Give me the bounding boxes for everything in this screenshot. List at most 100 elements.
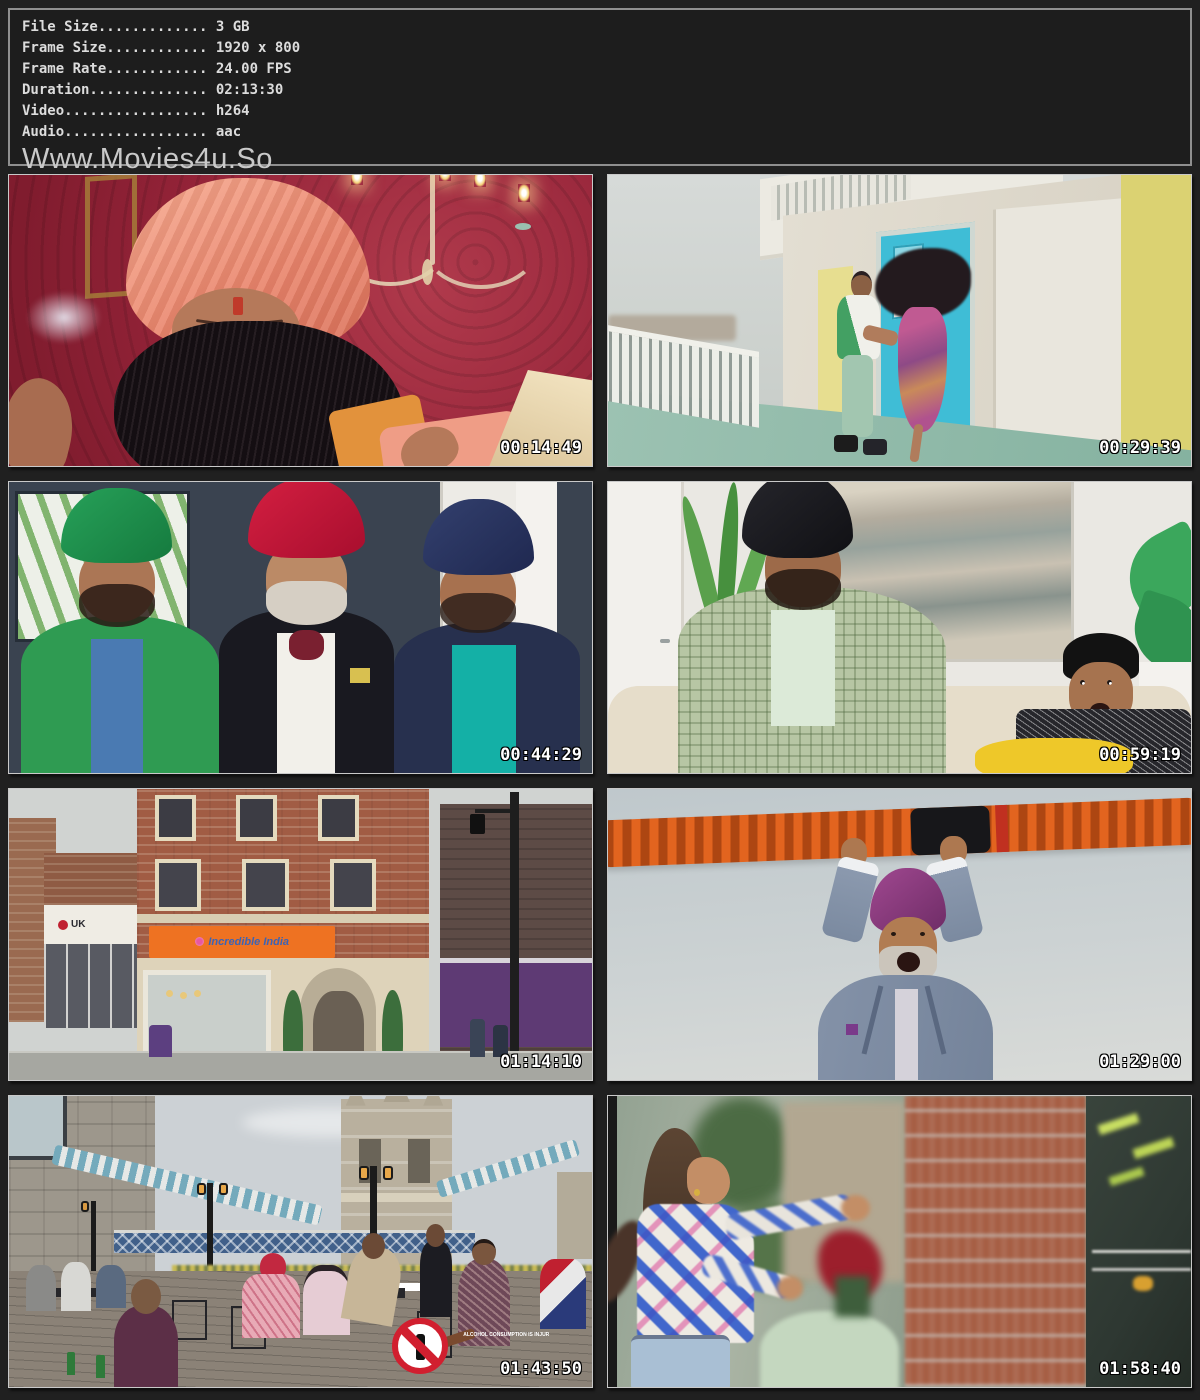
blurred-brick-pillar — [905, 1096, 1086, 1387]
timestamp-overlay: 01:58:40 — [1099, 1359, 1181, 1379]
beard — [765, 569, 841, 610]
seated-person — [26, 1265, 55, 1312]
stone-band — [137, 914, 429, 923]
window — [318, 795, 359, 842]
shop-logo-dot — [58, 920, 68, 930]
screenshot-preview-page: File Size............. 3 GB Frame Size..… — [0, 0, 1200, 1400]
white-beard — [266, 581, 348, 625]
cravat — [289, 630, 324, 659]
lamp-head — [470, 814, 485, 834]
timestamp-overlay: 01:14:10 — [500, 1052, 582, 1072]
shirt-strip — [895, 989, 918, 1081]
timestamp-overlay: 01:43:50 — [500, 1359, 582, 1379]
screenshot-thumb-2: 00:29:39 — [607, 174, 1192, 467]
candle-flame — [351, 174, 363, 185]
media-info-panel: File Size............. 3 GB Frame Size..… — [8, 8, 1192, 166]
screenshot-thumb-7: ALCOHOL CONSUMPTION IS INJURIOUS 01:43:5… — [8, 1095, 593, 1388]
yellow-wall-right — [1121, 174, 1192, 467]
lamp-post — [91, 1201, 97, 1277]
door-handle — [660, 639, 670, 643]
screenshot-thumb-4: 00:59:19 — [607, 481, 1192, 774]
site-watermark: Www.Movies4u.So — [22, 143, 1178, 175]
sign-text: Incredible India — [208, 935, 289, 949]
chandelier-arm — [420, 191, 542, 289]
incredible-india-sign: Incredible India — [149, 926, 336, 958]
candle-flame — [474, 174, 486, 187]
sneaker — [834, 435, 858, 452]
shop-sign-text: UK — [71, 919, 85, 931]
left-shop: UK — [44, 853, 149, 1028]
seated-person — [61, 1262, 90, 1311]
pedestrian — [470, 1019, 485, 1057]
man-purple-shirt — [114, 1306, 178, 1388]
file-size-line: File Size............. 3 GB — [22, 17, 1178, 38]
green-bottle — [67, 1352, 75, 1375]
frame-size-line: Frame Size............ 1920 x 800 — [22, 38, 1178, 59]
scene-coral-turban — [9, 175, 592, 466]
mint-shirt — [771, 610, 835, 726]
shop-brick-upper — [44, 853, 149, 905]
woman-head — [472, 1239, 495, 1265]
eye — [1080, 680, 1085, 685]
main-brick-building: Incredible India — [137, 789, 429, 1080]
window — [330, 859, 377, 911]
lamp-lantern — [197, 1183, 206, 1195]
screenshot-thumb-8: 01:58:40 — [607, 1095, 1192, 1388]
pale-green-planter — [760, 1311, 900, 1388]
yellow-figure — [1133, 1276, 1153, 1291]
shop-window — [44, 944, 149, 1028]
eye — [891, 932, 896, 936]
lamp-lantern — [383, 1166, 393, 1180]
eye — [920, 932, 925, 936]
handrail — [1092, 1268, 1191, 1271]
bouquet-stems — [835, 1276, 870, 1317]
suit-sleeve — [820, 855, 879, 944]
ceiling-light — [166, 990, 173, 997]
orange-corrugated-pipe — [607, 798, 1192, 868]
lapel — [862, 985, 884, 1054]
handrail — [1092, 1250, 1191, 1253]
tilak-mark — [233, 297, 242, 314]
bald-head — [131, 1279, 160, 1314]
lamp-lantern — [81, 1201, 89, 1212]
pocket-square — [350, 668, 370, 683]
window — [236, 795, 277, 842]
video-codec-line: Video................. h264 — [22, 101, 1178, 122]
timestamp-overlay: 00:59:19 — [1099, 745, 1181, 765]
mint-pants — [842, 355, 873, 437]
scene-motion-blur — [608, 1096, 1191, 1387]
blurred-hand — [777, 1276, 803, 1299]
green-bottle — [96, 1355, 104, 1378]
screenshot-thumb-3: 00:44:29 — [8, 481, 593, 774]
warning-text: ALCOHOL CONSUMPTION IS INJURIOUS — [463, 1332, 549, 1339]
timestamp-overlay: 00:29:39 — [1099, 438, 1181, 458]
tower-pinnacle — [346, 1095, 366, 1106]
duration-line: Duration.............. 02:13:30 — [22, 80, 1178, 101]
flower-logo — [195, 937, 204, 946]
tower-spire — [383, 1095, 410, 1102]
screenshot-thumb-6: 01:29:00 — [607, 788, 1192, 1081]
tower-band — [341, 1193, 452, 1201]
dancing-woman — [882, 256, 969, 466]
open-mouth — [897, 952, 920, 972]
frame-rate-line: Frame Rate............ 24.00 FPS — [22, 59, 1178, 80]
scene-hanging-pipe — [608, 789, 1191, 1080]
shop-fascia: UK — [44, 905, 149, 943]
timestamp-overlay: 01:29:00 — [1099, 1052, 1181, 1072]
pocket-square — [846, 1024, 858, 1034]
prohibition-bar — [398, 1325, 441, 1368]
candle-cup — [515, 223, 531, 230]
lamp-post — [207, 1183, 213, 1276]
candle-flame — [439, 174, 451, 181]
blue-shirt — [91, 639, 143, 773]
scene-london-street: UK Incredible India — [9, 789, 592, 1080]
timestamp-overlay: 00:14:49 — [500, 438, 582, 458]
wheelie-bin — [149, 1025, 172, 1057]
dark-glass-interior — [1086, 1096, 1191, 1387]
window — [155, 859, 202, 911]
scene-tower-bridge: ALCOHOL CONSUMPTION IS INJURIOUS — [9, 1096, 592, 1387]
window — [155, 795, 196, 842]
lamp-lantern — [359, 1166, 369, 1180]
suit-torso — [818, 975, 993, 1081]
seated-person — [96, 1265, 125, 1309]
